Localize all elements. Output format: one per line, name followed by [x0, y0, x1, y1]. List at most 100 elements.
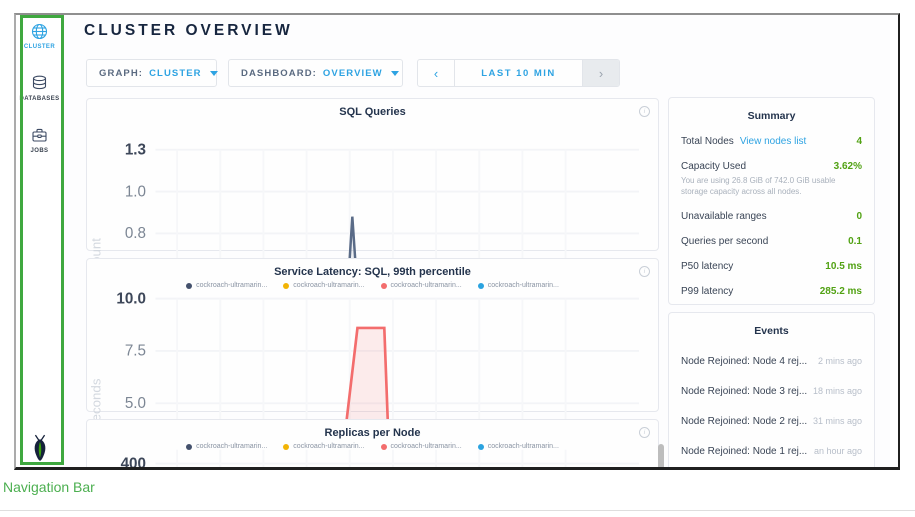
summary-rows: Total Nodes View nodes list 4 Capacity Used…: [669, 136, 874, 297]
summary-value: 3.62%: [834, 161, 862, 172]
globe-icon: [31, 23, 48, 40]
summary-row: Queries per second 0.1: [681, 236, 862, 247]
annotation-caption: Navigation Bar: [3, 479, 95, 495]
cockroachdb-logo[interactable]: [29, 433, 51, 463]
summary-label: P99 latency: [681, 286, 733, 297]
database-icon: [31, 75, 48, 92]
legend-item[interactable]: cockroach-ultramarin...: [283, 282, 364, 289]
time-prev-button[interactable]: ‹: [418, 60, 454, 86]
event-message: Node Rejoined: Node 3 rej...: [681, 386, 807, 397]
event-time: an hour ago: [814, 446, 862, 456]
event-time: 18 mins ago: [813, 386, 862, 396]
summary-value: 285.2 ms: [820, 286, 862, 297]
graph-dropdown-value: CLUSTER: [149, 68, 202, 79]
event-time: 31 mins ago: [813, 416, 862, 426]
summary-row: Total Nodes View nodes list 4: [681, 136, 862, 147]
info-icon[interactable]: i: [639, 106, 650, 117]
sidebar-item-label: DATABASES: [19, 96, 59, 102]
legend-dot-icon: [381, 283, 387, 289]
legend-dot-icon: [283, 283, 289, 289]
replicas-per-node-chart-card: Replicas per Node i cockroach-ultramarin…: [86, 419, 659, 470]
cockroach-bug-icon: [29, 433, 51, 463]
y-tick-label: 10.0: [116, 291, 146, 307]
time-range-label[interactable]: LAST 10 MIN: [454, 60, 583, 86]
event-row: Node Rejoined: Node 2 rej... 31 mins ago: [681, 416, 862, 427]
chart-canvas: 40014:4014:4114:4214:4314:4414:4514:4614…: [87, 446, 658, 470]
summary-value: 4: [856, 136, 862, 147]
briefcase-icon: [31, 127, 48, 144]
dashboard-controls: GRAPH: CLUSTER DASHBOARD: OVERVIEW ‹ LAS…: [86, 59, 620, 87]
legend-label: cockroach-ultramarin...: [488, 282, 559, 289]
summary-subtext: You are using 26.8 GiB of 742.0 GiB usab…: [681, 175, 862, 197]
event-message: Node Rejoined: Node 2 rej...: [681, 416, 807, 427]
events-rows: Node Rejoined: Node 4 rej...2 mins agoNo…: [669, 356, 874, 470]
dashboard-dropdown-label: DASHBOARD:: [241, 68, 317, 79]
page: CLUSTER DATABASES: [0, 0, 915, 517]
chart-title: Replicas per Node: [87, 427, 658, 439]
sidebar-item-label: CLUSTER: [24, 44, 55, 50]
info-icon[interactable]: i: [639, 427, 650, 438]
dashboard-dropdown-value: OVERVIEW: [323, 68, 383, 79]
chart-title: SQL Queries: [87, 106, 658, 118]
charts-column: SQL Queries i 1.31.00.80.50.30.014:4014:…: [86, 98, 659, 470]
summary-label: Unavailable ranges: [681, 211, 767, 222]
summary-row: P99 latency 285.2 ms: [681, 286, 862, 297]
dashboard-dropdown[interactable]: DASHBOARD: OVERVIEW: [228, 59, 403, 87]
service-latency-chart-card: Service Latency: SQL, 99th percentile i …: [86, 258, 659, 412]
event-row: Node Rejoined: Node 1 rej... an hour ago: [681, 446, 862, 457]
legend-label: cockroach-ultramarin...: [391, 282, 462, 289]
scrollbar-thumb[interactable]: [658, 444, 664, 470]
right-column: Summary Total Nodes View nodes list 4 Capac…: [668, 97, 875, 470]
chevron-down-icon: [210, 71, 218, 76]
summary-value: 0.1: [848, 236, 862, 247]
summary-label: Capacity Used: [681, 161, 746, 172]
summary-row: Capacity Used 3.62%: [681, 161, 862, 172]
summary-title: Summary: [669, 110, 874, 122]
y-tick-label: 0.8: [125, 225, 146, 242]
y-tick-label: 5.0: [125, 395, 146, 412]
main-content: CLUSTER OVERVIEW GRAPH: CLUSTER DASHBOAR…: [63, 15, 898, 467]
summary-value: 10.5 ms: [825, 261, 862, 272]
summary-label: Total Nodes: [681, 136, 734, 147]
event-time: 2 mins ago: [818, 356, 862, 366]
summary-label: Queries per second: [681, 236, 768, 247]
summary-row: Unavailable ranges0: [681, 211, 862, 222]
bottom-divider: [0, 510, 915, 511]
event-row: Node Rejoined: Node 4 rej... 2 mins ago: [681, 356, 862, 367]
legend-label: cockroach-ultramarin...: [196, 282, 267, 289]
page-title: CLUSTER OVERVIEW: [84, 22, 293, 40]
graph-dropdown[interactable]: GRAPH: CLUSTER: [86, 59, 217, 87]
legend-label: cockroach-ultramarin...: [293, 282, 364, 289]
legend-item[interactable]: cockroach-ultramarin...: [478, 282, 559, 289]
legend-item[interactable]: cockroach-ultramarin...: [381, 282, 462, 289]
view-nodes-list-link[interactable]: View nodes list: [740, 136, 807, 147]
sidebar-item-jobs[interactable]: JOBS: [16, 127, 63, 154]
event-message: Node Rejoined: Node 4 rej...: [681, 356, 807, 367]
chevron-down-icon: [391, 71, 399, 76]
y-tick-label: 400: [121, 455, 146, 470]
events-title: Events: [669, 325, 874, 337]
sidebar-item-databases[interactable]: DATABASES: [16, 75, 63, 102]
time-next-button[interactable]: ›: [583, 60, 619, 86]
graph-dropdown-label: GRAPH:: [99, 68, 143, 79]
sidebar-item-cluster[interactable]: CLUSTER: [16, 23, 63, 50]
sidebar-item-label: JOBS: [31, 148, 49, 154]
chart-legend: cockroach-ultramarin... cockroach-ultrama…: [87, 282, 658, 289]
legend-dot-icon: [478, 283, 484, 289]
legend-dot-icon: [186, 283, 192, 289]
info-icon[interactable]: i: [639, 266, 650, 277]
y-tick-label: 1.0: [125, 183, 146, 200]
y-tick-label: 7.5: [125, 343, 146, 360]
summary-label: P50 latency: [681, 261, 733, 272]
y-tick-label: 1.3: [125, 141, 146, 158]
sql-queries-chart-card: SQL Queries i 1.31.00.80.50.30.014:4014:…: [86, 98, 659, 251]
time-range-selector: ‹ LAST 10 MIN ›: [417, 59, 620, 87]
summary-panel: Summary Total Nodes View nodes list 4 Capac…: [668, 97, 875, 305]
event-message: Node Rejoined: Node 1 rej...: [681, 446, 807, 457]
chart-title: Service Latency: SQL, 99th percentile: [87, 266, 658, 278]
sidebar: CLUSTER DATABASES: [16, 15, 64, 467]
events-panel: Events Node Rejoined: Node 4 rej... 2 min…: [668, 312, 875, 470]
legend-item[interactable]: cockroach-ultramarin...: [186, 282, 267, 289]
app-window: CLUSTER DATABASES: [14, 13, 900, 470]
summary-row: P50 latency 10.5 ms: [681, 261, 862, 272]
